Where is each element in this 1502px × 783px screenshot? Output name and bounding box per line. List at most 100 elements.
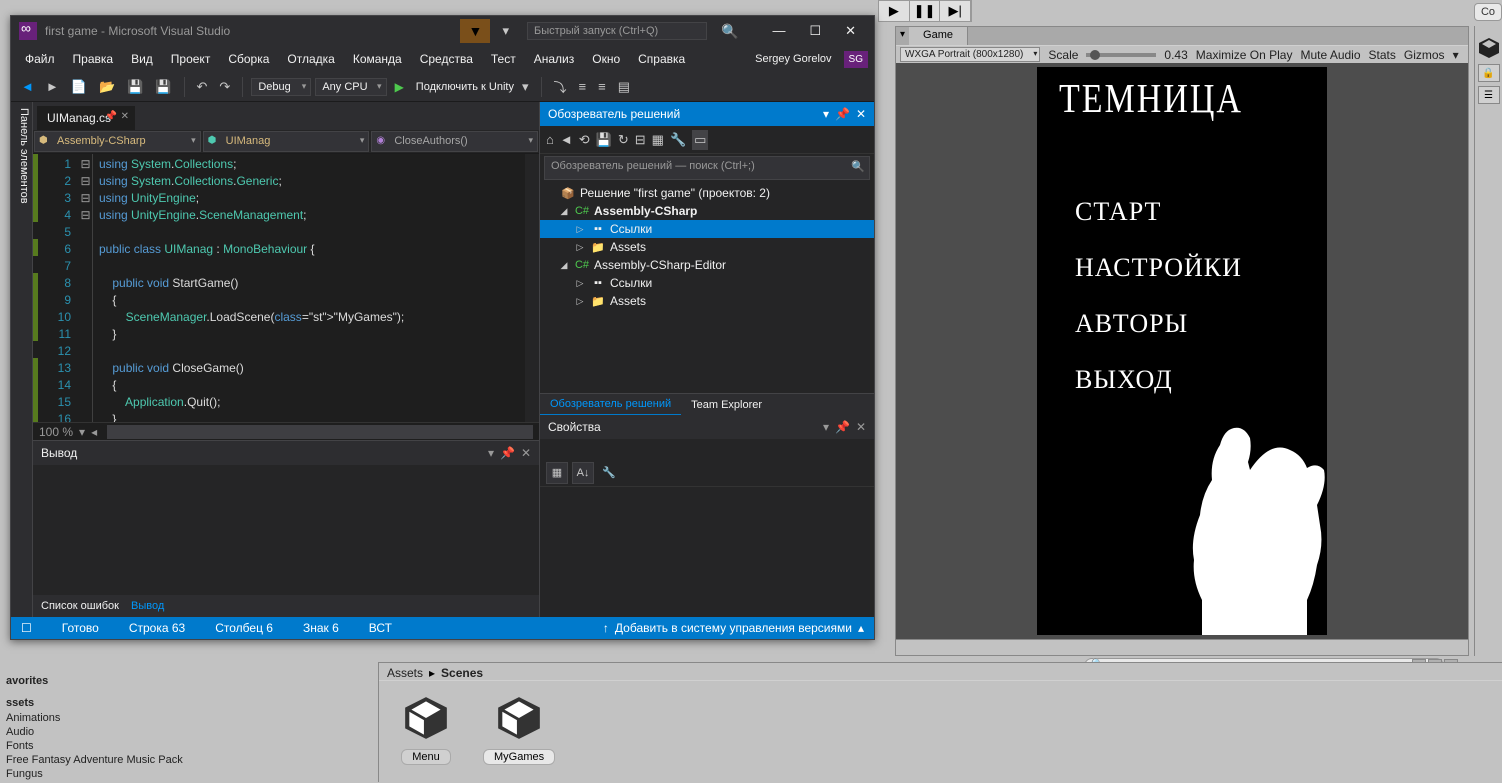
fold-column[interactable]: ⊟ ⊟⊟ ⊟ bbox=[79, 154, 93, 422]
save-all-icon[interactable]: 💾 bbox=[151, 77, 175, 97]
folder-item[interactable]: Fonts bbox=[6, 739, 372, 753]
back-icon[interactable]: ◄ bbox=[560, 132, 573, 147]
maximize-button[interactable]: ☐ bbox=[799, 21, 831, 41]
minimize-button[interactable]: — bbox=[762, 21, 795, 41]
menu-authors-button[interactable]: АВТОРЫ bbox=[1075, 309, 1242, 339]
lock-icon[interactable]: 🔒 bbox=[1478, 64, 1500, 82]
assets-header[interactable]: ssets bbox=[6, 697, 372, 709]
project-node[interactable]: ◢C#Assembly-CSharp-Editor bbox=[540, 256, 874, 274]
panel-menu-icon[interactable]: ▾ bbox=[896, 27, 909, 45]
output-dropdown-icon[interactable]: ▾ bbox=[488, 446, 494, 460]
tab-output[interactable]: Вывод bbox=[131, 600, 164, 612]
nav-fwd-icon[interactable]: ► bbox=[42, 77, 63, 96]
toolbox-panel[interactable]: Панель элементов bbox=[11, 102, 33, 617]
solution-search-input[interactable]: Обозреватель решений — поиск (Ctrl+;) bbox=[544, 156, 870, 180]
layers-icon[interactable]: ☰ bbox=[1478, 86, 1500, 104]
step-into-icon[interactable]: ⤵ bbox=[550, 75, 571, 98]
references-node[interactable]: ▷▪▪Ссылки bbox=[540, 220, 874, 238]
solution-node[interactable]: 📦Решение "first game" (проектов: 2) bbox=[540, 184, 874, 202]
menu-file[interactable]: Файл bbox=[17, 48, 63, 70]
scroll-left-icon[interactable]: ◂ bbox=[91, 425, 97, 439]
tab-errors[interactable]: Список ошибок bbox=[41, 600, 119, 612]
property-pages-icon[interactable]: 🔧 bbox=[598, 462, 620, 484]
menu-build[interactable]: Сборка bbox=[220, 48, 277, 70]
crumb-scenes[interactable]: Scenes bbox=[441, 666, 483, 677]
preview-icon[interactable]: ▭ bbox=[692, 130, 708, 150]
open-file-icon[interactable]: 📂 bbox=[95, 77, 119, 97]
alphabetical-icon[interactable]: A↓ bbox=[572, 462, 594, 484]
favorites-header[interactable]: avorites bbox=[6, 675, 372, 687]
folder-item[interactable]: Animations bbox=[6, 711, 372, 725]
close-button[interactable]: ✕ bbox=[835, 21, 866, 41]
redo-icon[interactable]: ↷ bbox=[215, 77, 234, 97]
menu-window[interactable]: Окно bbox=[584, 48, 628, 70]
notifications-icon[interactable]: ▾ bbox=[498, 21, 513, 41]
menu-exit-button[interactable]: ВЫХОД bbox=[1075, 365, 1242, 395]
undo-icon[interactable]: ↶ bbox=[193, 77, 212, 97]
quick-launch-input[interactable]: Быстрый запуск (Ctrl+Q) bbox=[527, 22, 707, 40]
nav-back-icon[interactable]: ◄ bbox=[17, 77, 38, 96]
maximize-on-play-button[interactable]: Maximize On Play bbox=[1196, 48, 1293, 62]
vcs-dropdown-icon[interactable]: ▴ bbox=[858, 621, 864, 635]
zoom-dropdown-icon[interactable]: ▾ bbox=[79, 425, 85, 439]
properties-body[interactable] bbox=[540, 487, 874, 617]
crumb-assets[interactable]: Assets bbox=[387, 666, 423, 677]
home-icon[interactable]: ⌂ bbox=[546, 132, 554, 147]
game-view[interactable]: ТЕМНИЦА СТАРТ НАСТРОЙКИ АВТОРЫ ВЫХОД bbox=[896, 63, 1468, 639]
close-panel-icon[interactable]: ✕ bbox=[856, 420, 866, 434]
refresh-icon[interactable]: ↻ bbox=[618, 132, 629, 148]
run-play-icon[interactable]: ▶ bbox=[391, 78, 408, 96]
pause-button[interactable]: ❚❚ bbox=[910, 1, 941, 21]
folder-item[interactable]: Audio bbox=[6, 725, 372, 739]
mute-audio-button[interactable]: Mute Audio bbox=[1300, 48, 1360, 62]
game-tab[interactable]: Game bbox=[909, 27, 968, 45]
menu-test[interactable]: Тест bbox=[483, 48, 524, 70]
show-all-icon[interactable]: ▦ bbox=[652, 132, 664, 148]
uncomment-icon[interactable]: ≡ bbox=[594, 77, 610, 96]
close-tab-icon[interactable]: ✕ bbox=[121, 111, 129, 122]
pin-icon[interactable]: 📌 bbox=[835, 107, 850, 121]
document-tab[interactable]: UIManag.cs 📌 ✕ bbox=[37, 106, 135, 130]
pin-icon[interactable]: 📌 bbox=[500, 446, 515, 460]
feedback-button[interactable]: ▼ bbox=[460, 19, 490, 43]
comment-icon[interactable]: ≡ bbox=[575, 77, 591, 96]
project-node[interactable]: ◢C#Assembly-CSharp bbox=[540, 202, 874, 220]
run-button[interactable]: Подключить к Unity bbox=[412, 81, 514, 93]
nav-class-dropdown[interactable]: UIManag bbox=[203, 131, 370, 152]
collapse-icon[interactable]: ⊟ bbox=[635, 132, 646, 148]
dropdown-icon[interactable]: ▾ bbox=[823, 107, 829, 121]
menu-start-button[interactable]: СТАРТ bbox=[1075, 197, 1242, 227]
horizontal-scrollbar[interactable] bbox=[107, 425, 533, 439]
status-vcs[interactable]: Добавить в систему управления версиями bbox=[615, 621, 852, 635]
aspect-dropdown[interactable]: WXGA Portrait (800x1280) bbox=[900, 47, 1040, 62]
sync-icon[interactable]: ⟲ bbox=[579, 132, 590, 148]
stats-button[interactable]: Stats bbox=[1369, 48, 1396, 62]
collab-button[interactable]: Co bbox=[1474, 3, 1502, 21]
run-dropdown-icon[interactable]: ▾ bbox=[518, 77, 533, 97]
scale-slider[interactable] bbox=[1086, 53, 1156, 57]
menu-team[interactable]: Команда bbox=[345, 48, 410, 70]
platform-dropdown[interactable]: Any CPU bbox=[315, 78, 386, 96]
close-panel-icon[interactable]: ✕ bbox=[521, 446, 531, 460]
close-panel-icon[interactable]: ✕ bbox=[856, 107, 866, 121]
properties-icon[interactable]: 🔧 bbox=[670, 132, 686, 148]
code-editor[interactable]: 1234567891011121314151617 ⊟ ⊟⊟ ⊟ using S… bbox=[33, 154, 539, 422]
bookmark-icon[interactable]: ▤ bbox=[614, 77, 634, 97]
zoom-level[interactable]: 100 % bbox=[39, 425, 73, 439]
dropdown-icon[interactable]: ▾ bbox=[823, 420, 829, 434]
menu-tools[interactable]: Средства bbox=[412, 48, 481, 70]
save-icon[interactable]: 💾 bbox=[596, 132, 612, 148]
play-button[interactable]: ▶ bbox=[879, 1, 910, 21]
user-avatar[interactable]: SG bbox=[844, 51, 868, 68]
folder-item[interactable]: Free Fantasy Adventure Music Pack bbox=[6, 753, 372, 767]
menu-project[interactable]: Проект bbox=[163, 48, 219, 70]
menu-settings-button[interactable]: НАСТРОЙКИ bbox=[1075, 253, 1242, 283]
gizmos-button[interactable]: Gizmos bbox=[1404, 48, 1445, 62]
tab-solution-explorer[interactable]: Обозреватель решений bbox=[540, 394, 681, 416]
properties-object-dropdown[interactable] bbox=[540, 439, 874, 459]
config-dropdown[interactable]: Debug bbox=[251, 78, 311, 96]
references-node[interactable]: ▷▪▪Ссылки bbox=[540, 274, 874, 292]
gizmos-dropdown-icon[interactable]: ▾ bbox=[1453, 48, 1459, 62]
code-content[interactable]: using System.Collections;using System.Co… bbox=[93, 154, 525, 422]
tab-team-explorer[interactable]: Team Explorer bbox=[681, 395, 772, 415]
